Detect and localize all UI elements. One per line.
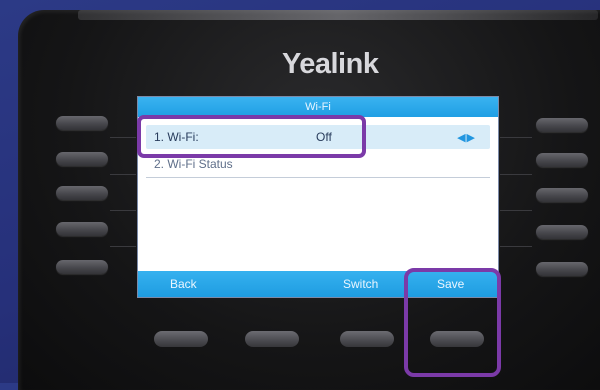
line-key-guide xyxy=(500,137,532,138)
line-key-guide xyxy=(110,174,136,175)
softkey-button-2[interactable] xyxy=(245,331,299,347)
brand-logo: Yealink xyxy=(282,48,379,80)
line-key-guide xyxy=(110,210,136,211)
line-key-guide xyxy=(500,174,532,175)
line-key-right-1[interactable] xyxy=(536,118,588,132)
phone-top-glare xyxy=(78,10,598,20)
line-key-right-2[interactable] xyxy=(536,153,588,167)
line-key-left-5[interactable] xyxy=(56,260,108,274)
line-key-right-4[interactable] xyxy=(536,225,588,239)
highlight-ring-wifi-item xyxy=(137,115,366,158)
softkey-back-label[interactable]: Back xyxy=(170,271,197,297)
line-key-left-4[interactable] xyxy=(56,222,108,236)
line-key-guide xyxy=(500,246,532,247)
left-right-arrows-icon[interactable]: ◀▶ xyxy=(457,131,476,144)
highlight-ring-save xyxy=(404,268,501,377)
line-key-guide xyxy=(500,210,532,211)
line-key-left-2[interactable] xyxy=(56,152,108,166)
softkey-switch-label[interactable]: Switch xyxy=(343,271,378,297)
line-key-right-3[interactable] xyxy=(536,188,588,202)
softkey-button-1[interactable] xyxy=(154,331,208,347)
line-key-guide xyxy=(110,246,136,247)
line-key-left-1[interactable] xyxy=(56,116,108,130)
softkey-button-3[interactable] xyxy=(340,331,394,347)
line-key-left-3[interactable] xyxy=(56,186,108,200)
screen-title: Wi-Fi xyxy=(138,97,498,117)
line-key-right-5[interactable] xyxy=(536,262,588,276)
line-key-guide xyxy=(110,137,136,138)
menu-item-label: 2. Wi-Fi Status xyxy=(154,157,233,171)
